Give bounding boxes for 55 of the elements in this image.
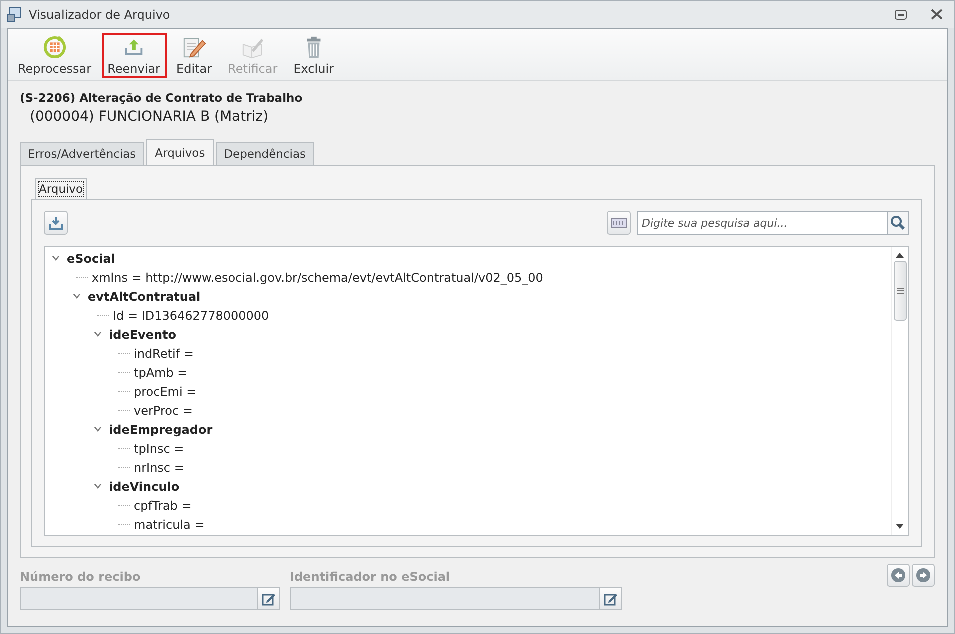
collapse-caret-icon[interactable] <box>52 256 60 262</box>
collapse-caret-icon[interactable] <box>73 294 81 300</box>
search-icon <box>890 215 906 231</box>
edit-icon <box>262 592 276 606</box>
tab[interactable]: Arquivo <box>35 178 88 199</box>
field-label: Número do recibo <box>20 570 142 584</box>
tab[interactable]: Dependências <box>216 142 314 165</box>
toolbar-button[interactable]: Editar <box>170 33 218 78</box>
tree-leaf-label[interactable]: indRetif = <box>130 346 194 360</box>
tab[interactable]: Erros/Advertências <box>20 142 144 165</box>
scrollbar-thumb[interactable] <box>894 261 906 321</box>
collapse-caret-icon[interactable] <box>94 484 102 490</box>
tree-leaf-label[interactable]: nrInsc = <box>130 460 184 474</box>
edit-button[interactable] <box>599 587 622 610</box>
tree-leaf-label[interactable]: matricula = <box>130 518 205 532</box>
tree-leaf-label[interactable]: tpAmb = <box>130 366 188 380</box>
tree-leaf-label[interactable]: tpInsc = <box>130 442 184 456</box>
tree-node-label[interactable]: evtAltContratual <box>84 290 201 304</box>
window-app-icon <box>7 6 23 22</box>
text-field[interactable] <box>20 587 257 610</box>
edit-icon <box>604 592 618 606</box>
search-button[interactable] <box>887 211 909 235</box>
search-field[interactable]: Digite sua pesquisa aqui... <box>637 211 887 235</box>
previous-button[interactable] <box>887 564 910 587</box>
event-title: (S-2206) Alteração de Contrato de Trabalho <box>20 91 304 105</box>
toolbar-button[interactable]: Reenviar <box>102 33 166 78</box>
employee-name: (000004) FUNCIONARIA B (Matriz) <box>29 108 270 125</box>
tree-leaf-label[interactable]: Id = ID136462778000000 <box>109 308 270 322</box>
scroll-down-icon[interactable] <box>895 523 905 531</box>
tree-leaf-label[interactable]: cpfTrab = <box>130 498 192 512</box>
download-icon <box>49 216 63 230</box>
collapse-caret-icon[interactable] <box>94 332 102 338</box>
tree-node-label[interactable]: eSocial <box>63 252 116 266</box>
tree-leaf-label[interactable]: procEmi = <box>130 384 197 398</box>
tree-leaf-label[interactable]: verProc = <box>130 404 193 418</box>
close-icon[interactable] <box>931 9 943 20</box>
tree-node-label[interactable]: ideVinculo <box>105 480 180 494</box>
edit-button[interactable] <box>257 587 280 610</box>
xml-view-button[interactable] <box>607 211 631 235</box>
toolbar-button[interactable]: Excluir <box>288 33 340 78</box>
restore-icon[interactable] <box>895 10 907 20</box>
xml-tag-icon <box>611 218 627 228</box>
collapse-caret-icon[interactable] <box>94 426 102 432</box>
tree-node-label[interactable]: ideEvento <box>105 328 177 342</box>
tree-leaf-label[interactable]: xmlns = http://www.esocial.gov.br/schema/evt/evtAltContratual/v02_05_00 <box>88 270 544 284</box>
tree-node-label[interactable]: ideEmpregador <box>105 422 213 436</box>
field-label: Identificador no eSocial <box>290 570 452 584</box>
window-title: Visualizador de Arquivo <box>29 8 172 22</box>
refresh-calculator-icon <box>42 35 68 60</box>
next-button[interactable] <box>912 564 935 587</box>
text-field[interactable] <box>290 587 599 610</box>
toolbar-button[interactable]: Reprocessar <box>12 33 98 78</box>
download-button[interactable] <box>44 211 68 235</box>
scroll-up-icon[interactable] <box>895 251 905 259</box>
tab[interactable]: Arquivos <box>146 139 214 165</box>
